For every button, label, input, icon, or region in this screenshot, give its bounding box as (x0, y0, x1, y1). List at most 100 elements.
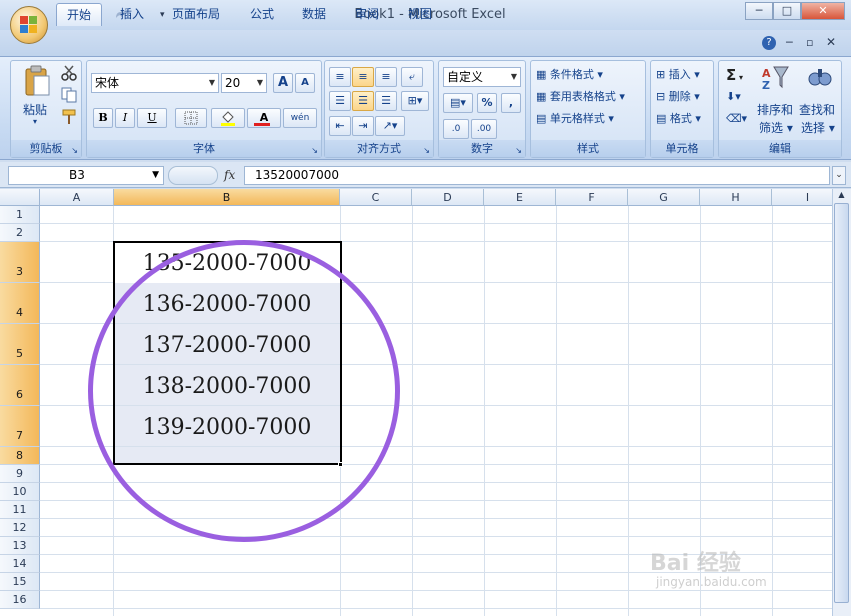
tab-insert[interactable]: 插入 (110, 3, 154, 26)
ribbon-minimize-icon[interactable]: ─ (786, 36, 793, 49)
align-left-icon[interactable]: ☰ (329, 91, 351, 111)
column-header-c[interactable]: C (340, 189, 412, 206)
formula-input[interactable]: 13520007000 (244, 166, 830, 185)
fill-color-button[interactable] (211, 108, 245, 128)
find-select-label-2[interactable]: 选择 ▾ (801, 119, 835, 136)
tab-view[interactable]: 视图 (398, 3, 442, 26)
row-header-14[interactable]: 14 (0, 555, 40, 573)
fill-icon[interactable]: ⬇▾ (725, 87, 742, 107)
sort-filter-label[interactable]: 排序和 (757, 101, 793, 118)
row-header-8[interactable]: 8 (0, 447, 40, 465)
orientation-icon[interactable]: ↗▾ (375, 116, 405, 136)
row-header-3[interactable]: 3 (0, 242, 40, 283)
name-box[interactable]: B3 ▼ (8, 166, 164, 185)
paste-dropdown-icon[interactable]: ▾ (33, 117, 37, 126)
phonetic-button[interactable]: wén (283, 108, 317, 128)
sort-filter-icon[interactable]: AZ (761, 65, 789, 92)
column-header-b[interactable]: B (114, 189, 340, 206)
format-as-table-button[interactable]: ▦ 套用表格格式 ▾ (535, 87, 626, 107)
tab-page-layout[interactable]: 页面布局 (162, 3, 230, 26)
close-button[interactable]: ✕ (801, 2, 845, 20)
insert-cells-button[interactable]: ⊞ 插入 ▾ (655, 65, 701, 85)
conditional-format-button[interactable]: ▦ 条件格式 ▾ (535, 65, 604, 85)
column-header-d[interactable]: D (412, 189, 484, 206)
column-header-e[interactable]: E (484, 189, 556, 206)
row-header-13[interactable]: 13 (0, 537, 40, 555)
alignment-launcher-icon[interactable]: ↘ (423, 146, 430, 155)
accounting-format-icon[interactable]: ▤▾ (443, 93, 473, 113)
font-size-combo[interactable]: 20 ▼ (221, 73, 267, 93)
bold-button[interactable]: B (93, 108, 113, 128)
column-header-h[interactable]: H (700, 189, 772, 206)
row-header-4[interactable]: 4 (0, 283, 40, 324)
fill-handle[interactable] (338, 462, 343, 467)
row-header-11[interactable]: 11 (0, 501, 40, 519)
number-format-combo[interactable]: 自定义 ▼ (443, 67, 521, 87)
merge-center-icon[interactable]: ⊞▾ (401, 91, 429, 111)
maximize-button[interactable]: □ (773, 2, 801, 20)
format-cells-button[interactable]: ▤ 格式 ▾ (655, 109, 702, 129)
copy-icon[interactable] (61, 87, 77, 103)
paste-label[interactable]: 粘贴 (23, 101, 47, 118)
chevron-down-icon[interactable]: ▼ (152, 167, 159, 184)
increase-decimal-button[interactable]: .0 (443, 119, 469, 139)
tab-home[interactable]: 开始 (56, 3, 103, 26)
select-all-corner[interactable] (0, 189, 40, 206)
column-header-g[interactable]: G (628, 189, 700, 206)
row-header-12[interactable]: 12 (0, 519, 40, 537)
scroll-thumb[interactable] (834, 203, 849, 603)
row-header-9[interactable]: 9 (0, 465, 40, 483)
sort-filter-label-2[interactable]: 筛选 ▾ (759, 119, 793, 136)
italic-button[interactable]: I (115, 108, 135, 128)
cell-styles-button[interactable]: ▤ 单元格样式 ▾ (535, 109, 615, 129)
delete-cells-button[interactable]: ⊟ 删除 ▾ (655, 87, 701, 107)
clear-icon[interactable]: ⌫▾ (725, 109, 748, 129)
tab-review[interactable]: 审阅 (345, 3, 389, 26)
row-header-2[interactable]: 2 (0, 224, 40, 242)
row-header-16[interactable]: 16 (0, 591, 40, 609)
clipboard-launcher-icon[interactable]: ↘ (71, 146, 78, 155)
font-name-combo[interactable]: 宋体 ▼ (91, 73, 219, 93)
ribbon-restore-icon[interactable]: ▫ (806, 36, 813, 49)
wrap-text-icon[interactable]: ⤶ (401, 67, 423, 87)
increase-indent-icon[interactable]: ⇥ (352, 116, 374, 136)
row-header-1[interactable]: 1 (0, 206, 40, 224)
find-select-icon[interactable] (807, 65, 833, 91)
row-header-15[interactable]: 15 (0, 573, 40, 591)
scroll-up-icon[interactable]: ▲ (834, 190, 849, 202)
grow-font-button[interactable]: A (273, 73, 293, 93)
row-header-5[interactable]: 5 (0, 324, 40, 365)
align-bottom-icon[interactable]: ≡ (375, 67, 397, 87)
find-select-label[interactable]: 查找和 (799, 101, 835, 118)
align-right-icon[interactable]: ☰ (375, 91, 397, 111)
cut-icon[interactable] (61, 65, 77, 81)
underline-button[interactable]: U (137, 108, 167, 128)
font-color-button[interactable]: A (247, 108, 281, 128)
minimize-button[interactable]: ─ (745, 2, 773, 20)
office-button[interactable] (10, 6, 48, 44)
comma-button[interactable]: , (501, 93, 521, 113)
borders-button[interactable] (175, 108, 207, 128)
formula-bar-splitter[interactable] (168, 166, 218, 185)
tab-formulas[interactable]: 公式 (240, 3, 284, 26)
align-middle-icon[interactable]: ≡ (352, 67, 374, 87)
align-center-icon[interactable]: ☰ (352, 91, 374, 111)
paste-icon[interactable] (23, 65, 51, 97)
align-top-icon[interactable]: ≡ (329, 67, 351, 87)
font-launcher-icon[interactable]: ↘ (311, 146, 318, 155)
column-header-f[interactable]: F (556, 189, 628, 206)
column-header-i[interactable]: I (772, 189, 832, 206)
row-header-6[interactable]: 6 (0, 365, 40, 406)
ribbon-close-icon[interactable]: ✕ (826, 35, 836, 49)
row-header-10[interactable]: 10 (0, 483, 40, 501)
row-header-7[interactable]: 7 (0, 406, 40, 447)
help-icon[interactable]: ? (762, 36, 776, 50)
column-header-a[interactable]: A (40, 189, 114, 206)
expand-formula-bar-icon[interactable]: ⌄ (832, 166, 846, 185)
autosum-button[interactable]: Σ ▾ (725, 65, 744, 85)
format-painter-icon[interactable] (61, 109, 77, 125)
number-launcher-icon[interactable]: ↘ (515, 146, 522, 155)
percent-button[interactable]: % (477, 93, 497, 113)
decrease-indent-icon[interactable]: ⇤ (329, 116, 351, 136)
decrease-decimal-button[interactable]: .00 (471, 119, 497, 139)
